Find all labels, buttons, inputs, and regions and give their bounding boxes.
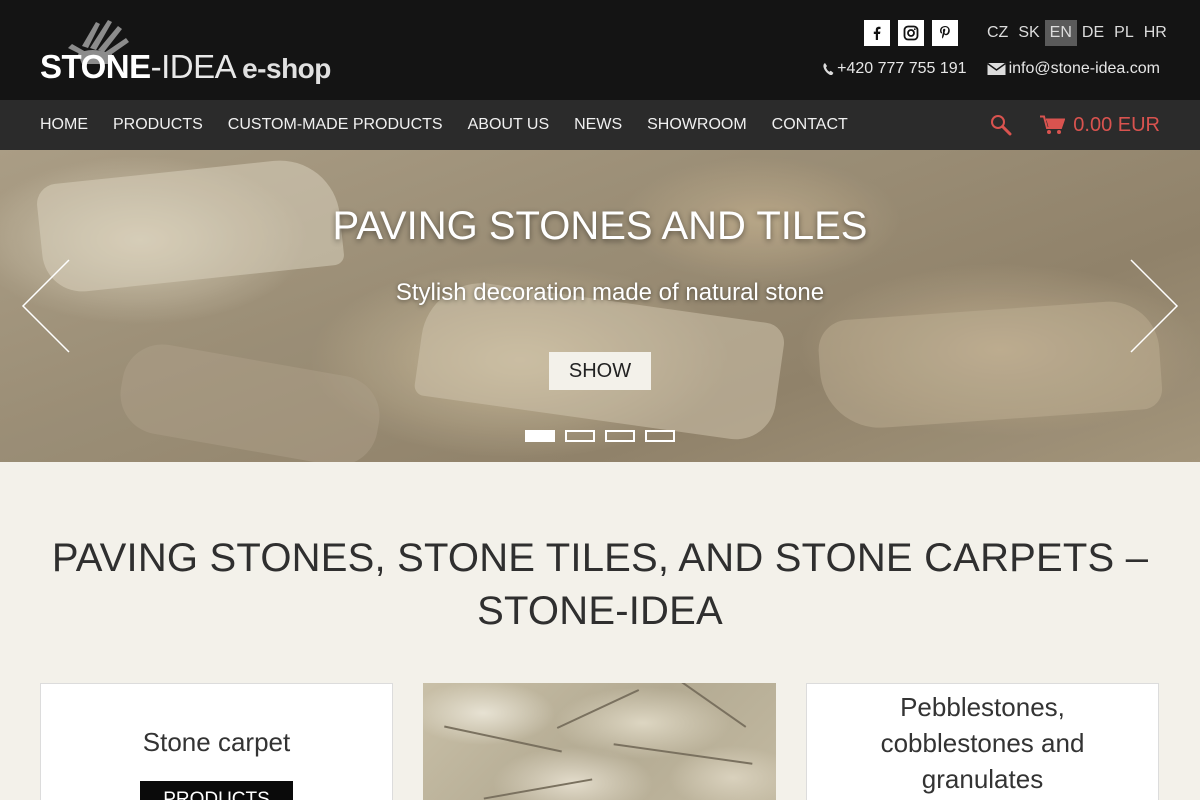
photo-detail bbox=[679, 683, 747, 728]
hero-slider: PAVING STONES AND TILES Stylish decorati… bbox=[0, 150, 1200, 462]
hero-show-button[interactable]: SHOW bbox=[549, 352, 651, 390]
logo[interactable]: STONE-IDEA e-shop bbox=[40, 18, 350, 88]
language-switcher: CZ SK EN DE PL HR bbox=[982, 20, 1172, 46]
chevron-right-icon[interactable] bbox=[1128, 258, 1180, 359]
search-icon[interactable] bbox=[990, 114, 1012, 136]
hero-subtitle: Stylish decoration made of natural stone bbox=[395, 279, 825, 306]
pinterest-icon[interactable] bbox=[932, 20, 958, 46]
slider-indicators bbox=[525, 430, 675, 442]
top-header: STONE-IDEA e-shop CZ SK EN DE PL HR +420 … bbox=[0, 0, 1200, 100]
nav-menu: HOME PRODUCTS CUSTOM-MADE PRODUCTS ABOUT… bbox=[40, 100, 873, 150]
contact-info: +420 777 755 191 info@stone-idea.com bbox=[822, 60, 1160, 78]
lang-en[interactable]: EN bbox=[1044, 20, 1077, 46]
nav-item-products[interactable]: PRODUCTS bbox=[113, 116, 203, 134]
facebook-icon[interactable] bbox=[864, 20, 890, 46]
photo-detail bbox=[613, 743, 753, 765]
nav-item-news[interactable]: NEWS bbox=[574, 116, 622, 134]
slide-indicator[interactable] bbox=[645, 430, 675, 442]
category-card-stone-carpet[interactable]: Stone carpet PRODUCTS bbox=[40, 683, 393, 800]
nav-item-contact[interactable]: CONTACT bbox=[772, 116, 848, 134]
slide-indicator[interactable] bbox=[565, 430, 595, 442]
card-title: Stone carpet bbox=[142, 727, 291, 757]
logo-text: STONE-IDEA e-shop bbox=[40, 48, 331, 85]
chevron-left-icon[interactable] bbox=[20, 258, 72, 359]
cart-icon bbox=[1040, 115, 1066, 134]
lang-de[interactable]: DE bbox=[1077, 20, 1109, 46]
card-title: Pebblestones, cobblestones and granulate… bbox=[880, 692, 1085, 794]
nav-item-showroom[interactable]: SHOWROOM bbox=[647, 116, 747, 134]
nav-item-custom-made-products[interactable]: CUSTOM-MADE PRODUCTS bbox=[228, 116, 443, 134]
phone-link[interactable]: +420 777 755 191 bbox=[822, 60, 967, 78]
stone-tiles-photo[interactable] bbox=[423, 683, 776, 800]
lang-hr[interactable]: HR bbox=[1139, 20, 1172, 46]
lang-cz[interactable]: CZ bbox=[982, 20, 1013, 46]
nav-item-about-us[interactable]: ABOUT US bbox=[468, 116, 550, 134]
category-card-pebblestones[interactable]: Pebblestones, cobblestones and granulate… bbox=[806, 683, 1159, 800]
products-button[interactable]: PRODUCTS bbox=[140, 781, 293, 800]
email-address: info@stone-idea.com bbox=[1008, 60, 1160, 77]
lang-pl[interactable]: PL bbox=[1109, 20, 1139, 46]
photo-detail bbox=[483, 778, 593, 800]
phone-number: +420 777 755 191 bbox=[837, 60, 967, 77]
phone-icon bbox=[823, 63, 834, 76]
slide-indicator[interactable] bbox=[605, 430, 635, 442]
nav-item-home[interactable]: HOME bbox=[40, 116, 88, 134]
email-link[interactable]: info@stone-idea.com bbox=[986, 60, 1160, 78]
page-title: PAVING STONES, STONE TILES, AND STONE CA… bbox=[51, 536, 1149, 633]
lang-sk[interactable]: SK bbox=[1013, 20, 1044, 46]
hero-title: PAVING STONES AND TILES bbox=[332, 204, 868, 248]
social-links bbox=[864, 20, 958, 46]
photo-detail bbox=[444, 725, 562, 753]
cart-button[interactable]: 0.00 EUR bbox=[1040, 114, 1160, 137]
mail-icon bbox=[986, 62, 1006, 75]
photo-detail bbox=[556, 689, 640, 729]
main-navigation: HOME PRODUCTS CUSTOM-MADE PRODUCTS ABOUT… bbox=[0, 100, 1200, 150]
nav-tools: 0.00 EUR bbox=[990, 100, 1160, 150]
cart-total: 0.00 EUR bbox=[1073, 113, 1160, 136]
slide-indicator[interactable] bbox=[525, 430, 555, 442]
instagram-icon[interactable] bbox=[898, 20, 924, 46]
